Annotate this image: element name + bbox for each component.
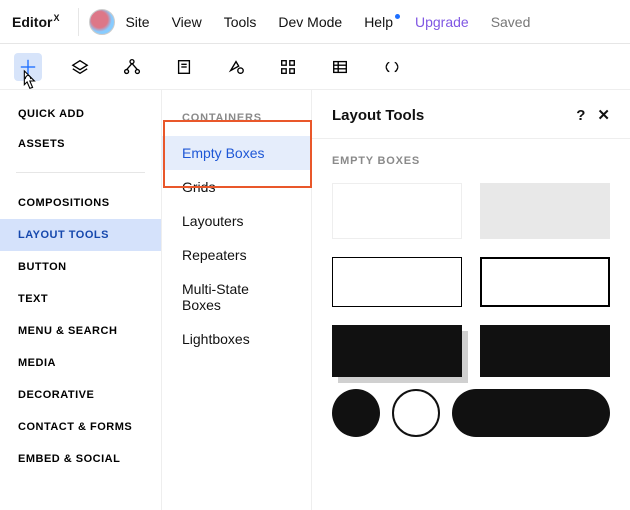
menu-saved: Saved — [491, 14, 531, 30]
box-thick-border[interactable] — [480, 257, 610, 307]
pill-filled[interactable] — [452, 389, 610, 437]
page-icon[interactable] — [170, 53, 198, 81]
menu-site[interactable]: Site — [125, 14, 149, 30]
divider — [78, 8, 79, 36]
structure-icon[interactable] — [118, 53, 146, 81]
box-black-fill[interactable] — [480, 325, 610, 377]
assets[interactable]: ASSETS — [0, 138, 161, 168]
cat-media[interactable]: MEDIA — [0, 347, 161, 379]
pane-title: Layout Tools — [332, 107, 424, 124]
cat-text[interactable]: TEXT — [0, 283, 161, 315]
containers-header: CONTAINERS — [162, 112, 311, 136]
menu-tools[interactable]: Tools — [224, 14, 257, 30]
table-icon[interactable] — [326, 53, 354, 81]
brand-logo: EditorX — [12, 14, 58, 30]
brand-sup: X — [53, 13, 59, 23]
containers-list: CONTAINERS Empty Boxes Grids Layouters R… — [162, 90, 312, 510]
cat-layout-tools[interactable]: LAYOUT TOOLS — [0, 219, 161, 251]
quick-add[interactable]: QUICK ADD — [0, 108, 161, 138]
top-bar: EditorX Site View Tools Dev Mode Help Up… — [0, 0, 630, 44]
help-button[interactable]: ? — [576, 107, 585, 124]
menu-view[interactable]: View — [172, 14, 202, 30]
cat-button[interactable]: BUTTON — [0, 251, 161, 283]
box-plain-light[interactable] — [332, 183, 462, 239]
main-area: QUICK ADD ASSETS COMPOSITIONS LAYOUT TOO… — [0, 90, 630, 510]
cat-embed-social[interactable]: EMBED & SOCIAL — [0, 443, 161, 475]
code-icon[interactable] — [378, 53, 406, 81]
brand-text: Editor — [12, 14, 52, 30]
add-panel-categories: QUICK ADD ASSETS COMPOSITIONS LAYOUT TOO… — [0, 90, 162, 510]
cat-menu-search[interactable]: MENU & SEARCH — [0, 315, 161, 347]
item-multi-state[interactable]: Multi-State Boxes — [162, 272, 311, 322]
avatar[interactable] — [89, 9, 115, 35]
layers-icon[interactable] — [66, 53, 94, 81]
item-lightboxes[interactable]: Lightboxes — [162, 322, 311, 356]
box-thin-border[interactable] — [332, 257, 462, 307]
cat-contact-forms[interactable]: CONTACT & FORMS — [0, 411, 161, 443]
tool-iconbar — [0, 44, 630, 90]
box-black-shadow[interactable] — [332, 325, 462, 377]
shapes-row — [312, 389, 630, 449]
layout-tools-pane: Layout Tools ? ✕ EMPTY BOXES — [312, 90, 630, 510]
design-icon[interactable] — [222, 53, 250, 81]
empty-boxes-grid — [312, 171, 630, 389]
add-icon[interactable] — [14, 53, 42, 81]
cat-compositions[interactable]: COMPOSITIONS — [0, 187, 161, 219]
item-empty-boxes[interactable]: Empty Boxes — [162, 136, 311, 170]
grid-icon[interactable] — [274, 53, 302, 81]
circle-outline[interactable] — [392, 389, 440, 437]
top-menu: Site View Tools Dev Mode Help Upgrade Sa… — [125, 14, 618, 30]
box-gray-fill[interactable] — [480, 183, 610, 239]
item-grids[interactable]: Grids — [162, 170, 311, 204]
circle-filled[interactable] — [332, 389, 380, 437]
cat-decorative[interactable]: DECORATIVE — [0, 379, 161, 411]
close-button[interactable]: ✕ — [597, 106, 610, 124]
section-empty-boxes-title: EMPTY BOXES — [312, 139, 630, 171]
item-repeaters[interactable]: Repeaters — [162, 238, 311, 272]
menu-dev-mode[interactable]: Dev Mode — [278, 14, 342, 30]
menu-upgrade[interactable]: Upgrade — [415, 14, 469, 30]
separator — [16, 172, 145, 173]
pane-header: Layout Tools ? ✕ — [312, 90, 630, 139]
menu-help[interactable]: Help — [364, 14, 393, 30]
item-layouters[interactable]: Layouters — [162, 204, 311, 238]
